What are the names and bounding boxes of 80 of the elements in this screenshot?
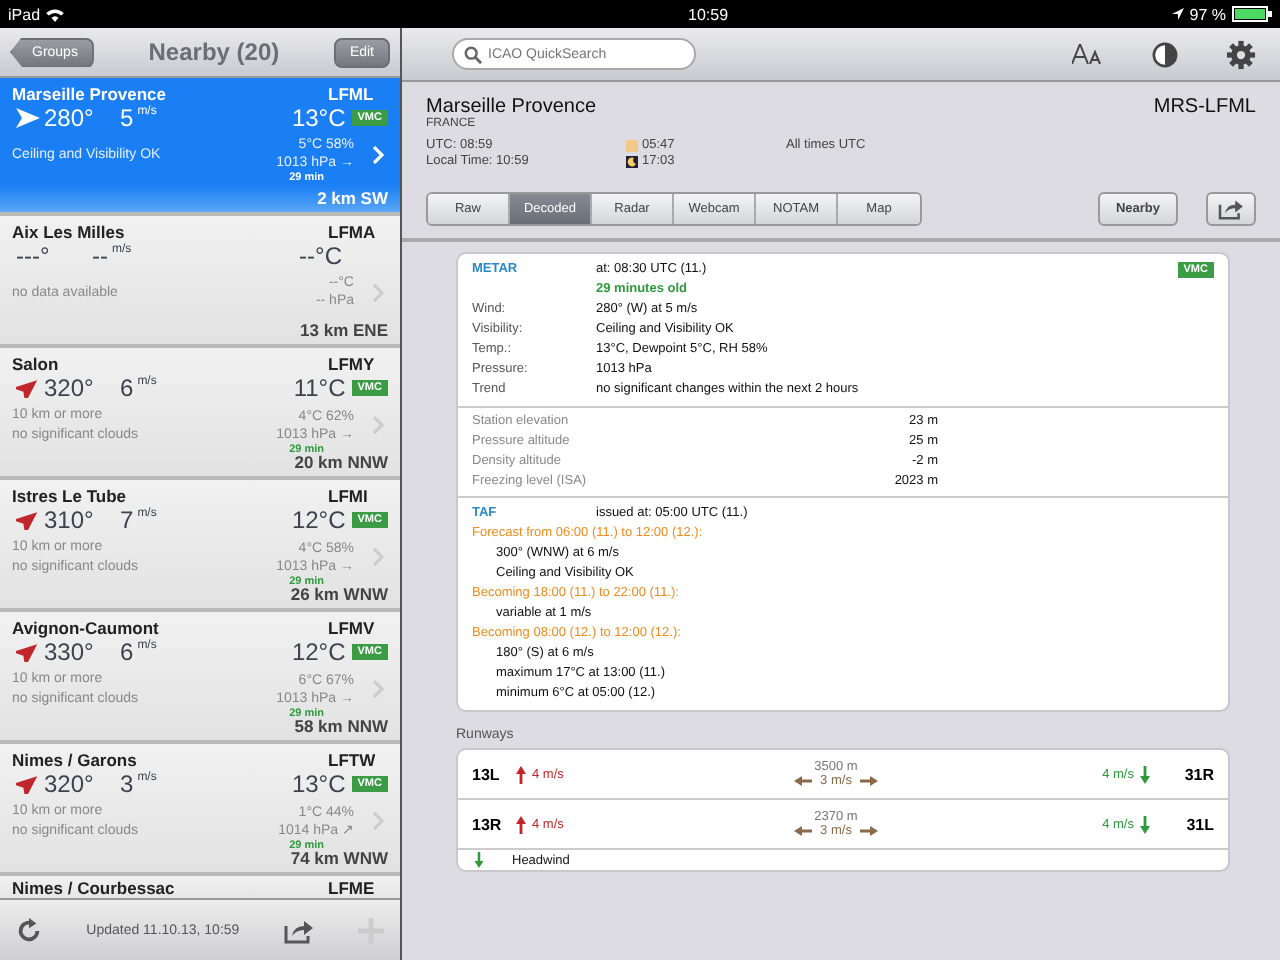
refresh-icon[interactable]: [16, 917, 42, 943]
share-icon[interactable]: [283, 917, 314, 943]
contrast-icon[interactable]: [1152, 41, 1178, 67]
station-code: LFME: [328, 878, 377, 898]
chevron-icon: [372, 548, 384, 566]
right-arrow-icon: [859, 826, 878, 836]
location-icon: [1171, 8, 1184, 20]
wind-direction: 320°: [44, 770, 96, 798]
wind-direction: 330°: [44, 638, 96, 666]
wind-arrow-icon: [16, 108, 40, 128]
down-arrow-icon: [1140, 765, 1150, 783]
chevron-icon: [372, 145, 384, 163]
wind-direction: 280°: [44, 104, 96, 132]
station-code: LFMV: [328, 618, 377, 638]
station-name: Aix Les Milles: [12, 222, 125, 242]
chevron-icon: [372, 283, 384, 301]
runway-id: 13R: [472, 815, 504, 833]
station-code: LFML: [328, 84, 376, 104]
temperature: 12°C: [291, 638, 346, 666]
station-id: MRS-LFML: [1153, 96, 1256, 118]
left-arrow-icon: [794, 826, 813, 836]
up-arrow-icon: [516, 815, 526, 833]
wind-speed: 6: [120, 638, 134, 666]
wind-arrow-icon: [16, 510, 40, 530]
battery-icon: [1232, 6, 1272, 22]
station-name: Marseille Provence: [12, 84, 167, 104]
up-arrow-icon: [516, 765, 526, 783]
runway-id: 13L: [472, 765, 502, 783]
left-arrow-icon: [794, 776, 813, 786]
wind-speed: 5: [120, 104, 134, 132]
share-icon: [1218, 198, 1244, 220]
moon-icon: [626, 155, 638, 167]
wind-arrow-icon: [16, 378, 40, 398]
runway-id: 31L: [1184, 815, 1214, 833]
temperature: 13°C: [291, 104, 346, 132]
chevron-icon: [372, 812, 384, 830]
distance-text: 26 km WNW: [290, 584, 388, 604]
device-name: iPad: [8, 5, 41, 23]
down-arrow-icon: [1140, 815, 1150, 833]
down-arrow-icon: [474, 852, 484, 868]
station-code: LFMA: [328, 222, 378, 242]
nav-title: Nearby (20): [148, 38, 280, 66]
wind-arrow-icon: [16, 642, 40, 662]
temperature: --°C: [299, 242, 342, 270]
station-name: Istres Le Tube: [12, 486, 126, 506]
distance-text: 58 km NNW: [294, 716, 388, 736]
station-code: LFTW: [328, 750, 378, 770]
station-code: LFMY: [328, 354, 377, 374]
share-button[interactable]: [1206, 192, 1256, 226]
station-code: LFMI: [328, 486, 370, 506]
chevron-icon: [372, 416, 384, 434]
runway-id: 31R: [1182, 765, 1214, 783]
battery-level: 97 %: [1189, 5, 1226, 23]
station-name: Nimes / Courbessac: [12, 878, 175, 898]
wind-direction: 320°: [44, 374, 96, 402]
station-title: Marseille Provence: [426, 96, 597, 118]
wind-direction: ---°: [16, 242, 52, 270]
search-icon: [464, 45, 482, 63]
temperature: 11°C: [293, 374, 346, 402]
right-arrow-icon: [859, 776, 878, 786]
wind-direction: 310°: [44, 506, 96, 534]
distance-text: 2 km SW: [317, 188, 388, 208]
temperature: 12°C: [291, 506, 346, 534]
station-name: Avignon-Caumont: [12, 618, 159, 638]
clock: 10:59: [688, 5, 729, 23]
temperature: 13°C: [291, 770, 346, 798]
distance-text: 13 km ENE: [300, 320, 388, 340]
station-name: Nimes / Garons: [12, 750, 137, 770]
distance-text: 74 km WNW: [290, 848, 388, 868]
wifi-icon: [46, 7, 65, 21]
wind-speed: 7: [120, 506, 134, 534]
wind-speed: 6: [120, 374, 134, 402]
wind-speed: 3: [120, 770, 134, 798]
station-name: Salon: [12, 354, 59, 374]
chevron-icon: [372, 680, 384, 698]
wind-arrow-icon: [16, 774, 40, 794]
settings-icon[interactable]: [1226, 39, 1256, 69]
wind-speed: --: [92, 242, 108, 270]
font-size-icon[interactable]: [1072, 44, 1104, 64]
distance-text: 20 km NNW: [294, 452, 388, 472]
